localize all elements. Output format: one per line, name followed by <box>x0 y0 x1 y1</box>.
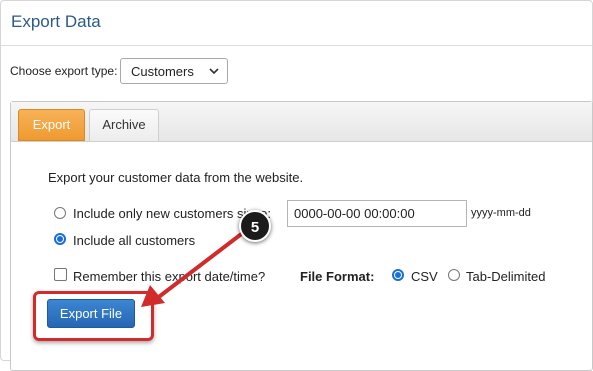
intro-text: Export your customer data from the websi… <box>48 170 304 185</box>
export-file-button[interactable]: Export File <box>47 299 135 328</box>
tab-archive[interactable]: Archive <box>89 109 159 141</box>
step-number-badge: 5 <box>239 210 271 242</box>
tab-strip: Export Archive <box>11 102 592 142</box>
format-tab-label: Tab-Delimited <box>466 269 546 284</box>
page-title: Export Data <box>11 12 101 31</box>
panel-header: Export Data <box>1 1 592 46</box>
remember-checkbox[interactable] <box>54 268 67 281</box>
tab-export[interactable]: Export <box>18 109 85 141</box>
radio-format-tab[interactable] <box>448 269 460 281</box>
radio-all-customers-label: Include all customers <box>73 233 196 248</box>
chevron-down-icon <box>209 68 219 75</box>
since-date-input[interactable] <box>287 200 467 227</box>
file-format-label: File Format: <box>300 269 375 284</box>
radio-all-customers[interactable] <box>54 233 66 245</box>
export-type-value: Customers <box>131 64 194 79</box>
radio-format-csv[interactable] <box>392 269 404 281</box>
export-type-label: Choose export type: <box>10 64 118 78</box>
radio-new-customers[interactable] <box>54 207 66 219</box>
format-csv-label: CSV <box>411 269 438 284</box>
export-type-select[interactable]: Customers <box>120 58 228 84</box>
remember-label: Remember this export date/time? <box>73 269 266 284</box>
date-format-hint: yyyy-mm-dd <box>471 207 531 219</box>
